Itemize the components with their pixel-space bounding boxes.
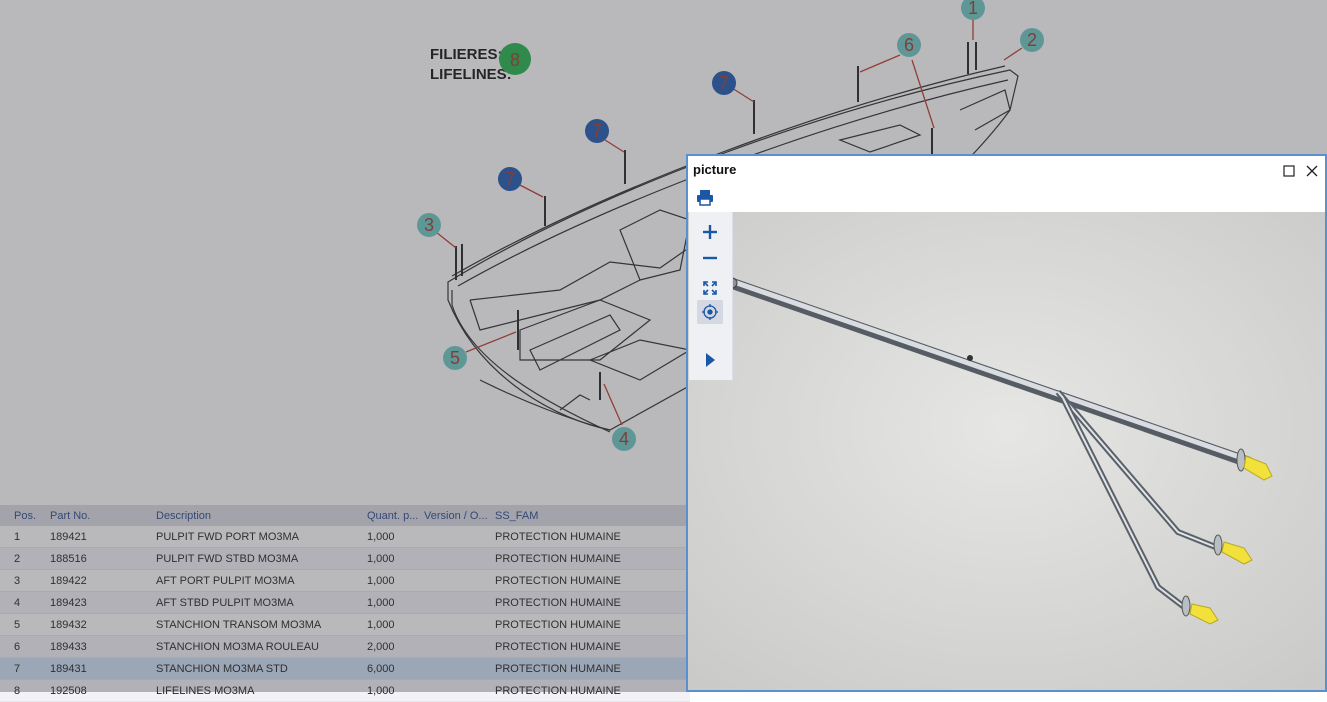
picture-window: picture xyxy=(686,154,1327,692)
close-icon xyxy=(1306,165,1318,177)
app-stage: 1 2 3 4 5 6 7 7 7 FILIERES: LIFELINES: 8… xyxy=(0,0,1327,702)
print-icon xyxy=(697,190,713,206)
part-photo[interactable] xyxy=(688,212,1325,690)
print-button[interactable] xyxy=(694,188,716,208)
fit-to-screen-icon xyxy=(703,281,717,295)
zoom-in-button[interactable] xyxy=(697,220,723,244)
play-icon xyxy=(706,353,715,367)
close-button[interactable] xyxy=(1303,162,1321,180)
window-title: picture xyxy=(693,162,737,177)
zoom-toolbar xyxy=(689,212,733,380)
maximize-icon xyxy=(1283,165,1295,177)
zoom-out-button[interactable] xyxy=(697,246,723,270)
center-button[interactable] xyxy=(697,300,723,324)
play-button[interactable] xyxy=(697,348,723,372)
zoom-out-icon xyxy=(703,256,717,260)
center-icon xyxy=(702,304,718,320)
fit-to-screen-button[interactable] xyxy=(697,276,723,300)
zoom-in-icon xyxy=(703,225,717,239)
maximize-button[interactable] xyxy=(1280,162,1298,180)
